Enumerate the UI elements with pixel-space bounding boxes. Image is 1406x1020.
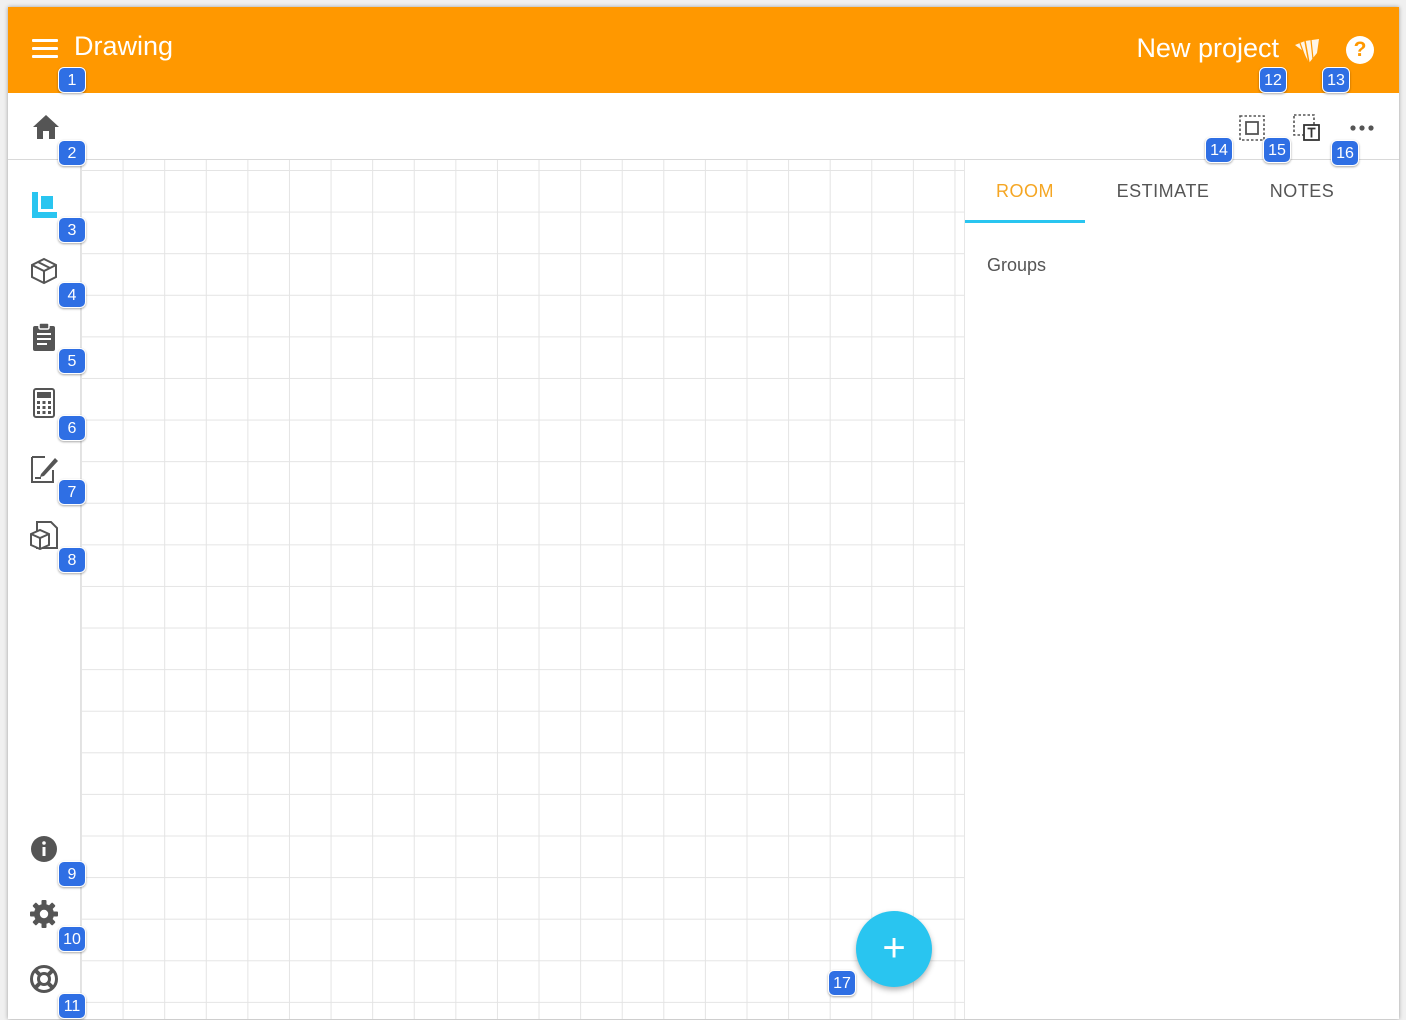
badge: 13 [1322,67,1350,93]
badge: 5 [58,348,86,374]
lifebuoy-icon[interactable] [29,964,59,994]
badge: 3 [58,217,86,243]
badge: 17 [828,970,856,996]
properties-panel: ROOM ESTIMATE NOTES Groups [964,160,1399,1019]
select-area-icon[interactable] [1237,113,1267,143]
tab-room[interactable]: ROOM [965,160,1085,222]
badge: 16 [1331,140,1359,166]
drawing-canvas[interactable] [81,160,964,1019]
app-window: Drawing New project ? + ROOM ESTIMATE NO… [8,7,1399,1019]
tab-estimate[interactable]: ESTIMATE [1093,160,1233,222]
page-title: Drawing [74,31,174,61]
add-button[interactable]: + [856,911,932,987]
clipboard-icon[interactable] [29,322,59,352]
calculator-icon[interactable] [29,388,59,418]
badge: 6 [58,415,86,441]
badge: 7 [58,479,86,505]
edit-document-icon[interactable] [29,454,59,484]
badge: 14 [1205,137,1233,163]
info-icon[interactable] [29,834,59,864]
help-icon[interactable]: ? [1346,36,1374,64]
badge: 4 [58,282,86,308]
badge: 9 [58,861,86,887]
3d-document-icon[interactable] [29,520,59,550]
badge: 10 [58,926,86,952]
badge: 12 [1259,67,1287,93]
project-flag-icon[interactable] [1291,35,1323,67]
tab-notes[interactable]: NOTES [1239,160,1365,222]
tab-indicator [965,220,1085,223]
more-options-icon[interactable] [1347,113,1377,143]
app-bar: Drawing New project ? [8,7,1399,93]
badge: 2 [58,140,86,166]
badge: 1 [58,67,86,93]
toolbar [8,93,1399,160]
badge: 11 [58,993,86,1019]
hamburger-menu-icon[interactable] [32,39,58,59]
badge: 15 [1263,137,1291,163]
groups-label: Groups [987,255,1047,275]
settings-icon[interactable] [29,899,59,929]
project-name[interactable]: New project [1136,33,1279,64]
3d-box-icon[interactable] [29,256,59,286]
home-icon[interactable] [31,113,61,141]
select-text-area-icon[interactable] [1292,113,1322,143]
badge: 8 [58,547,86,573]
floor-plan-icon[interactable] [29,190,59,220]
